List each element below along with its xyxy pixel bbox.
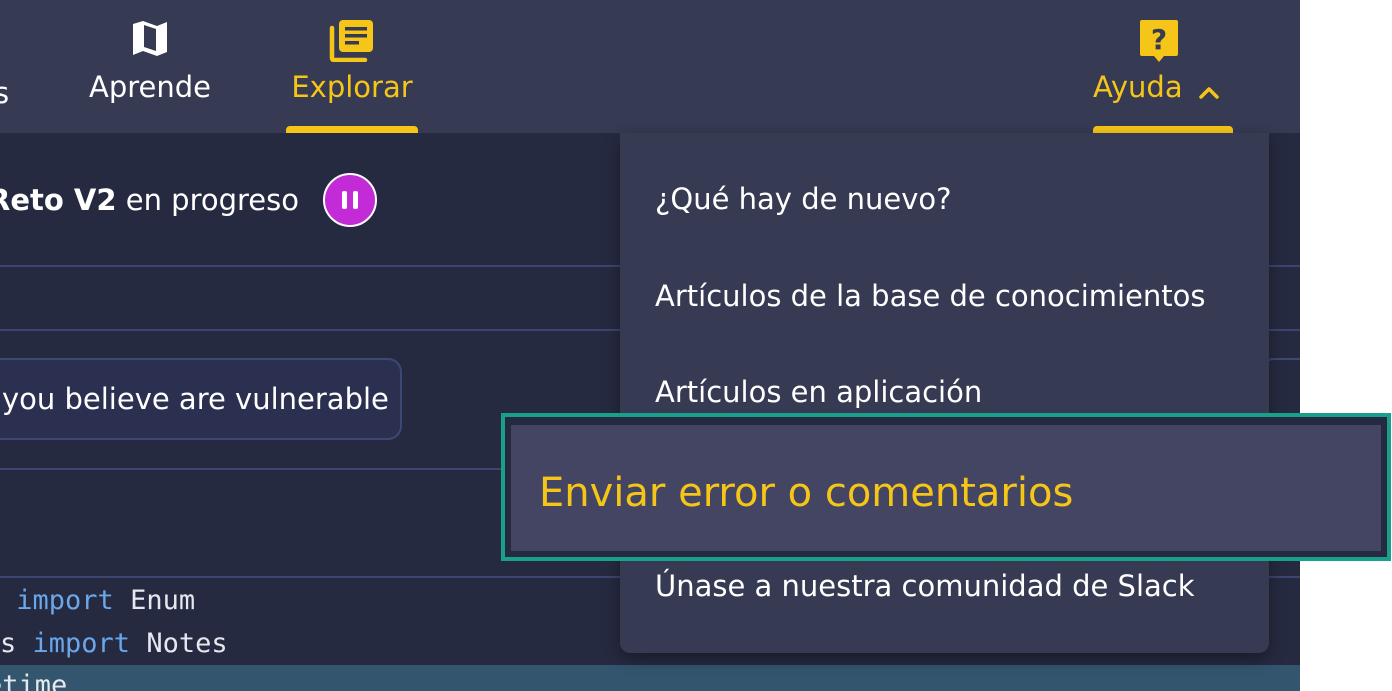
nav-item-aprende[interactable]: Aprende [80, 0, 220, 133]
book-stack-icon [286, 18, 418, 62]
code-keyword: import [32, 628, 131, 659]
code-keyword: import [16, 585, 114, 616]
nav-item-explorar-underline [286, 126, 418, 133]
nav-item-explorar-label: Explorar [291, 70, 413, 104]
nav-item-aprende-label: Aprende [88, 70, 211, 104]
code-line-2: s import Notes [0, 628, 228, 659]
nav-item-explorar[interactable]: Explorar [286, 0, 418, 133]
code-line-3-text: etime [0, 670, 68, 691]
nav-item-ayuda-text: Ayuda [1093, 70, 1183, 104]
pause-button[interactable] [323, 173, 377, 227]
code-line-highlight [0, 665, 1300, 691]
top-navigation: s Aprende Explorar ? Ayuda [0, 0, 1300, 133]
pause-icon-bar-right [353, 191, 358, 209]
hint-box[interactable]: you believe are vulnerable [0, 358, 402, 440]
menu-item-send-feedback-label: Enviar error o comentarios [539, 470, 1074, 516]
svg-text:?: ? [1151, 23, 1167, 56]
nav-item-partial[interactable]: s [0, 0, 20, 133]
nav-item-partial-label: s [0, 76, 10, 110]
menu-item-slack-community[interactable]: Únase a nuestra comunidad de Slack [655, 569, 1195, 603]
chevron-up-icon [1198, 72, 1220, 106]
challenge-status-text: Reto V2 en progreso [0, 183, 299, 217]
pause-icon-bar-left [342, 191, 347, 209]
code-line-2-rest: Notes [130, 628, 228, 659]
app-window: s Aprende Explorar ? Ayuda Reto V2 en pr… [0, 0, 1300, 691]
challenge-progress: en progreso [116, 183, 299, 217]
code-line-1-prefix [0, 585, 16, 616]
menu-item-send-feedback[interactable]: Enviar error o comentarios [501, 413, 1391, 561]
map-icon [80, 18, 220, 62]
challenge-status: Reto V2 en progreso [0, 170, 377, 230]
challenge-name: Reto V2 [0, 183, 117, 217]
menu-item-whats-new[interactable]: ¿Qué hay de nuevo? [655, 182, 952, 216]
code-line-1: import Enum [0, 585, 195, 616]
menu-item-knowledge-base[interactable]: Artículos de la base de conocimientos [655, 279, 1206, 313]
nav-item-ayuda[interactable]: ? Ayuda [1093, 0, 1233, 133]
hint-text: you believe are vulnerable [2, 382, 389, 416]
code-line-3: etime [0, 670, 67, 691]
nav-item-ayuda-underline [1093, 126, 1233, 133]
help-icon: ? [1085, 18, 1233, 62]
code-line-2-prefix: s [0, 628, 33, 659]
menu-item-in-app-articles[interactable]: Artículos en aplicación [655, 375, 982, 409]
code-line-1-rest: Enum [113, 585, 196, 616]
help-dropdown-menu: ¿Qué hay de nuevo? Artículos de la base … [620, 133, 1269, 653]
nav-item-ayuda-label: Ayuda [1093, 70, 1233, 106]
